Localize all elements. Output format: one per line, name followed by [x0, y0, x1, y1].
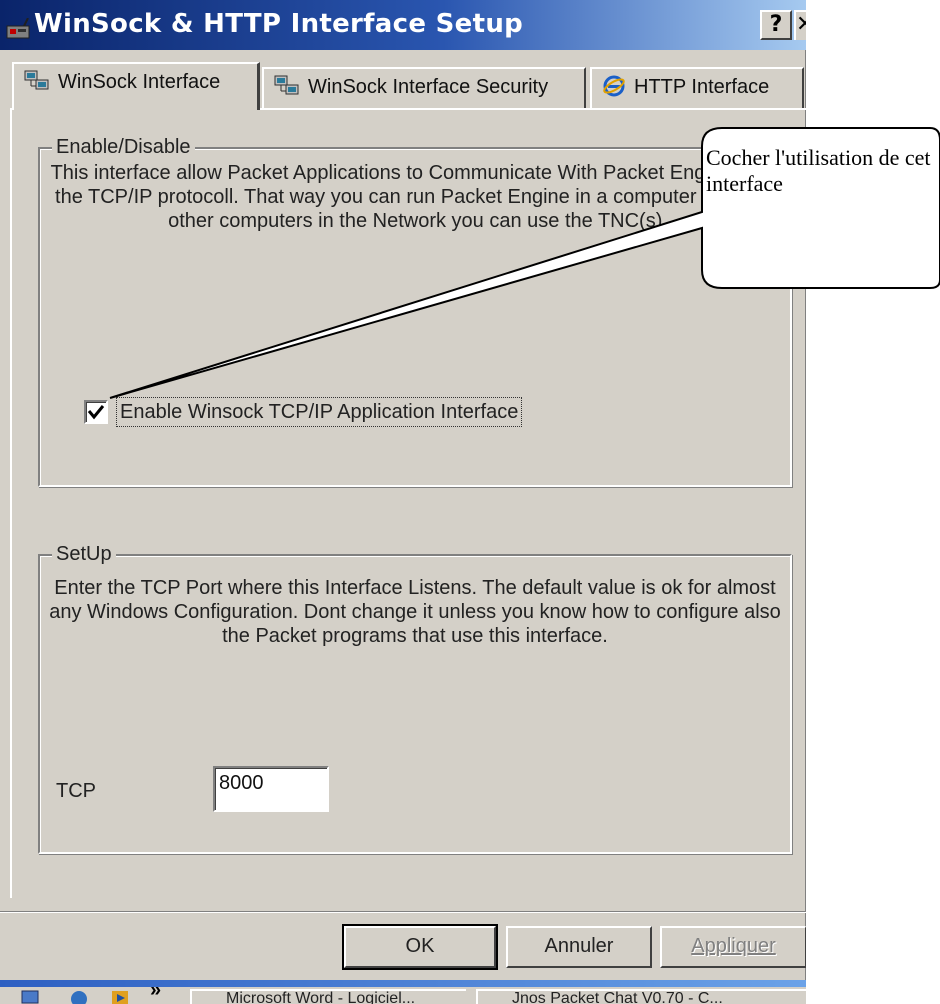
tnc-radio-icon [6, 18, 30, 39]
tab-winsock-interface-security[interactable]: WinSock Interface Security [262, 67, 586, 109]
close-button[interactable]: ✕ [794, 10, 806, 40]
taskbar-item-word[interactable]: Microsoft Word - Logiciel... [190, 989, 466, 1004]
tab-label: WinSock Interface [58, 71, 221, 93]
ok-button[interactable]: OK [342, 924, 498, 970]
enable-description: This interface allow Packet Applications… [50, 162, 786, 232]
browser-icon[interactable] [66, 987, 92, 1004]
taskbar-item-jnos[interactable]: Jnos Packet Chat V0.70 - C... [476, 989, 806, 1004]
setup-description: Enter the TCP Port where this Interface … [49, 577, 781, 647]
tab-label: WinSock Interface Security [308, 76, 549, 98]
media-player-icon[interactable] [108, 987, 134, 1004]
tab-winsock-interface[interactable]: WinSock Interface [12, 62, 260, 110]
network-computers-icon [24, 70, 49, 90]
taskbar-edge [0, 980, 806, 987]
tab-label: HTTP Interface [634, 76, 770, 98]
callout-text: Cocher l'utilisation de cet interface [706, 145, 931, 196]
cancel-button[interactable]: Annuler [506, 926, 652, 968]
network-computers-icon [274, 75, 299, 95]
setup-group: SetUp Enter the TCP Port where this Inte… [38, 543, 792, 854]
tcp-port-input[interactable]: 8000 [213, 766, 329, 812]
chevron-icon[interactable]: » [150, 987, 161, 1002]
apply-label: Appliquer [691, 935, 776, 957]
help-button[interactable]: ? [760, 10, 792, 40]
enable-winsock-checkbox[interactable] [84, 400, 108, 424]
enable-winsock-label[interactable]: Enable Winsock TCP/IP Application Interf… [116, 397, 523, 427]
setup-dialog: WinSock & HTTP Interface Setup ? ✕ WinSo… [0, 0, 806, 980]
group-legend: SetUp [52, 543, 116, 565]
group-legend: Enable/Disable [52, 136, 195, 158]
desktop-icon[interactable] [20, 987, 42, 1004]
tab-http-interface[interactable]: HTTP Interface [590, 67, 804, 109]
window-title: WinSock & HTTP Interface Setup [34, 9, 524, 39]
tcp-label: TCP [56, 780, 96, 802]
button-separator [0, 911, 806, 913]
taskbar: » Microsoft Word - Logiciel... Jnos Pack… [0, 987, 806, 1004]
enable-disable-group: Enable/Disable This interface allow Pack… [38, 136, 792, 487]
title-bar[interactable]: WinSock & HTTP Interface Setup ? ✕ [0, 0, 806, 50]
checkmark-icon [87, 405, 105, 420]
internet-explorer-icon [603, 75, 625, 97]
apply-button[interactable]: Appliquer [660, 926, 806, 968]
